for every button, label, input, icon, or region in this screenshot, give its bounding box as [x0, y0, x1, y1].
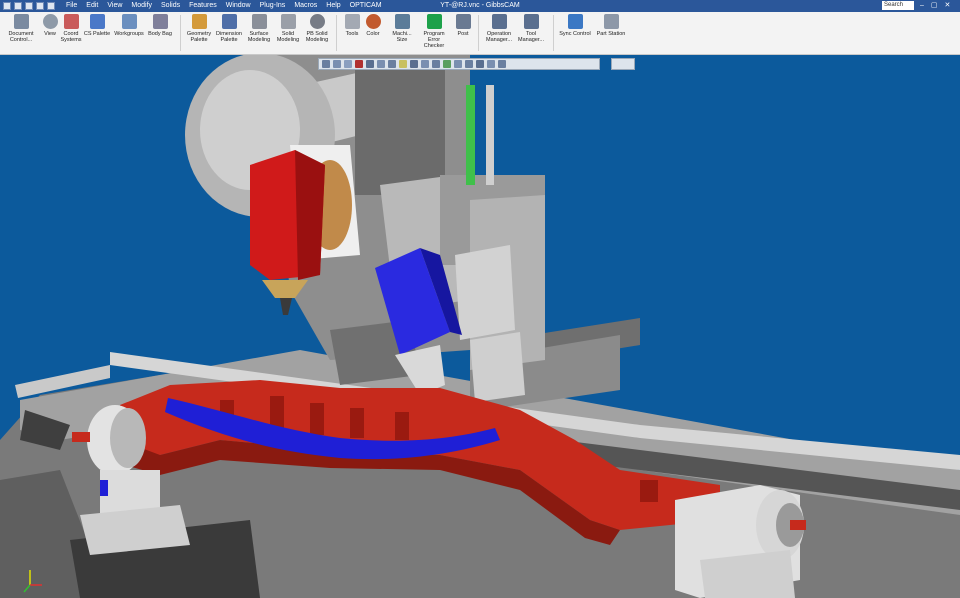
- right-tailstock: [675, 485, 806, 598]
- ribbon-toolbar: Document Control... View Coord Systems CS …: [0, 12, 960, 55]
- post-button[interactable]: Post: [446, 14, 480, 37]
- check-icon: [426, 14, 442, 29]
- sync-control-icon: [567, 14, 583, 29]
- cs-palette-button[interactable]: CS Palette: [80, 14, 114, 37]
- geometry-palette-icon: [191, 14, 207, 29]
- pan-icon[interactable]: [344, 60, 352, 68]
- menu-window[interactable]: Window: [226, 1, 251, 11]
- dimension-palette-icon: [221, 14, 237, 29]
- operation-manager-button[interactable]: Operation Manager...: [482, 14, 516, 43]
- fit-view-icon[interactable]: [366, 60, 374, 68]
- part-station-icon: [603, 14, 619, 29]
- viewport-toolbar: [318, 58, 600, 70]
- ribbon-separator: [478, 15, 479, 51]
- green-guide-rod: [466, 85, 475, 185]
- wireframe-icon[interactable]: [399, 60, 407, 68]
- part-station-button[interactable]: Part Station: [594, 14, 628, 37]
- maximize-button[interactable]: ▢: [931, 0, 938, 12]
- menu-solids[interactable]: Solids: [161, 1, 180, 11]
- zoom-icon[interactable]: [355, 60, 363, 68]
- menu-plug-ins[interactable]: Plug-Ins: [260, 1, 286, 11]
- window-controls: – ▢ ✕: [920, 0, 950, 12]
- search-input[interactable]: Search: [882, 1, 914, 10]
- menu-opticam[interactable]: OPTICAM: [350, 1, 382, 11]
- ribbon-separator: [180, 15, 181, 51]
- workgroups-icon: [121, 14, 137, 29]
- settings-icon[interactable]: [498, 60, 506, 68]
- view-front-icon[interactable]: [421, 60, 429, 68]
- dimension-palette-button[interactable]: Dimension Palette: [212, 14, 246, 43]
- post-icon: [455, 14, 471, 29]
- color-icon: [365, 14, 381, 29]
- cs-palette-icon: [89, 14, 105, 29]
- view-top-icon[interactable]: [410, 60, 418, 68]
- body-bag-button[interactable]: Body Bag: [143, 14, 177, 37]
- tool-manager-icon: [523, 14, 539, 29]
- menu-help[interactable]: Help: [326, 1, 340, 11]
- render-mode-icon[interactable]: [377, 60, 385, 68]
- minimize-button[interactable]: –: [920, 0, 924, 12]
- surface-modeling-icon: [251, 14, 267, 29]
- shaded-icon[interactable]: [388, 60, 396, 68]
- geometry-palette-button[interactable]: Geometry Palette: [182, 14, 216, 43]
- toggle-tool-icon[interactable]: [476, 60, 484, 68]
- ribbon-separator: [553, 15, 554, 51]
- viewport-zoom-control[interactable]: [611, 58, 635, 70]
- tool-manager-button[interactable]: Tool Manager...: [514, 14, 548, 43]
- title-bar: YT-@RJ.vnc - GibbsCAM File Edit View Mod…: [0, 0, 960, 12]
- close-button[interactable]: ✕: [945, 0, 951, 12]
- view-right-icon[interactable]: [432, 60, 440, 68]
- menu-macros[interactable]: Macros: [294, 1, 317, 11]
- menu-modify[interactable]: Modify: [131, 1, 152, 11]
- machine-size-button[interactable]: Machi... Size: [385, 14, 419, 43]
- select-icon[interactable]: [322, 60, 330, 68]
- menu-features[interactable]: Features: [189, 1, 217, 11]
- workgroups-button[interactable]: Workgroups: [112, 14, 146, 37]
- 3d-viewport[interactable]: [0, 55, 960, 598]
- section-icon[interactable]: [454, 60, 462, 68]
- sync-control-button[interactable]: Sync Control: [558, 14, 592, 37]
- coord-systems-icon: [63, 14, 79, 29]
- isometric-icon[interactable]: [443, 60, 451, 68]
- machine-size-icon: [394, 14, 410, 29]
- document-control-icon: [13, 14, 29, 29]
- toggle-part-icon[interactable]: [487, 60, 495, 68]
- rotate-icon[interactable]: [333, 60, 341, 68]
- measure-icon[interactable]: [465, 60, 473, 68]
- pb-solid-modeling-icon: [309, 14, 325, 29]
- guide-rod: [486, 85, 494, 185]
- pb-solid-modeling-button[interactable]: PB Solid Modeling: [300, 14, 334, 43]
- menu-file[interactable]: File: [66, 1, 77, 11]
- menu-bar: File Edit View Modify Solids Features Wi…: [66, 1, 382, 11]
- menu-view[interactable]: View: [107, 1, 122, 11]
- solid-modeling-icon: [280, 14, 296, 29]
- menu-edit[interactable]: Edit: [86, 1, 98, 11]
- body-bag-icon: [152, 14, 168, 29]
- operation-manager-icon: [491, 14, 507, 29]
